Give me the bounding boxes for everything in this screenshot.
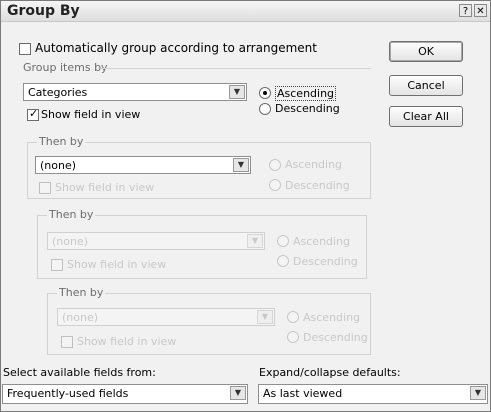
group2-descending-radio[interactable]: [269, 179, 281, 191]
group-by-dialog: Group By ? ✕ Automatically group accordi…: [0, 0, 491, 412]
help-icon[interactable]: ?: [459, 4, 472, 17]
check-icon: ✓: [29, 107, 39, 120]
group2-show-field-checkbox[interactable]: [39, 182, 51, 194]
group3-ascending-label: Ascending: [293, 235, 351, 248]
group-items-by-legend: Group items by: [23, 61, 108, 74]
auto-group-label: Automatically group according to arrange…: [35, 41, 317, 55]
group4-ascending-label: Ascending: [303, 311, 361, 324]
group2-legend: Then by: [37, 135, 86, 148]
fields-from-value: Frequently-used fields: [7, 387, 129, 400]
group3-legend: Then by: [47, 208, 96, 221]
group2-field-select[interactable]: (none) ▼: [35, 156, 251, 174]
group3-ascending-radio[interactable]: [277, 235, 289, 247]
group1-field-value: Categories: [28, 86, 88, 99]
group4-show-field-label: Show field in view: [77, 335, 177, 348]
group1-ascending-radio[interactable]: [259, 87, 271, 99]
group4-show-field-checkbox[interactable]: [61, 336, 73, 348]
group4-field-select[interactable]: (none) ▼: [57, 308, 275, 326]
title-bar: Group By ? ✕: [1, 1, 490, 22]
ok-button[interactable]: OK: [389, 41, 463, 62]
group2-field-value: (none): [40, 159, 77, 172]
group3-descending-radio[interactable]: [277, 255, 289, 267]
group1-show-field-checkbox[interactable]: ✓: [27, 107, 39, 121]
fields-from-select[interactable]: Frequently-used fields ▼: [2, 384, 248, 404]
group1-show-field-label: Show field in view: [41, 108, 141, 121]
group4-descending-label: Descending: [303, 331, 368, 344]
group2-ascending-radio[interactable]: [269, 159, 281, 171]
group4-ascending-radio[interactable]: [287, 311, 299, 323]
group1-separator: [101, 68, 371, 69]
group4-legend: Then by: [57, 286, 106, 299]
group3-show-field-label: Show field in view: [67, 258, 167, 271]
fields-from-label: Select available fields from:: [3, 366, 156, 379]
chevron-down-icon[interactable]: ▼: [229, 85, 245, 99]
chevron-down-icon[interactable]: ▼: [470, 386, 486, 400]
chevron-down-icon[interactable]: ▼: [230, 386, 246, 400]
group3-field-value: (none): [52, 235, 89, 248]
group1-descending-label: Descending: [275, 102, 340, 115]
group4-descending-radio[interactable]: [287, 331, 299, 343]
group1-descending-radio[interactable]: [259, 103, 271, 115]
cancel-button[interactable]: Cancel: [389, 75, 463, 96]
group1-ascending-label: Ascending: [275, 86, 337, 101]
group2-descending-label: Descending: [285, 179, 350, 192]
auto-group-checkbox[interactable]: [19, 43, 31, 55]
expand-collapse-value: As last viewed: [263, 387, 343, 400]
chevron-down-icon[interactable]: ▼: [233, 158, 249, 172]
group2-ascending-label: Ascending: [285, 158, 343, 171]
group2-show-field-label: Show field in view: [55, 181, 155, 194]
group3-field-select[interactable]: (none) ▼: [47, 232, 265, 250]
expand-collapse-label: Expand/collapse defaults:: [259, 366, 401, 379]
radio-selected-dot: [263, 91, 267, 95]
close-icon[interactable]: ✕: [474, 4, 487, 17]
clear-all-button[interactable]: Clear All: [389, 106, 463, 127]
chevron-down-icon[interactable]: ▼: [247, 234, 263, 248]
chevron-down-icon[interactable]: ▼: [257, 310, 273, 324]
dialog-title: Group By: [7, 3, 80, 19]
group4-field-value: (none): [62, 311, 99, 324]
expand-collapse-select[interactable]: As last viewed ▼: [258, 384, 488, 404]
group3-descending-label: Descending: [293, 255, 358, 268]
group3-show-field-checkbox[interactable]: [51, 259, 63, 271]
group1-field-select[interactable]: Categories ▼: [23, 83, 247, 101]
